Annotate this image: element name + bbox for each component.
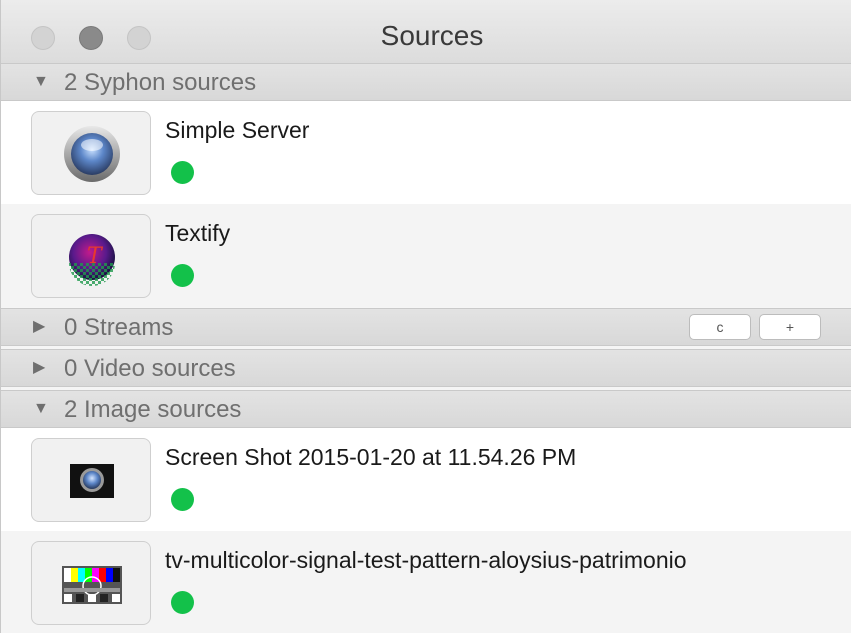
section-label: 0 Streams xyxy=(64,314,174,341)
section-streams[interactable]: ▶ 0 Streams c + xyxy=(1,308,851,346)
source-name: Simple Server xyxy=(165,117,310,143)
textify-icon: T xyxy=(31,214,151,298)
status-indicator xyxy=(171,264,194,287)
section-label: 2 Syphon sources xyxy=(64,69,257,96)
source-row-textify[interactable]: T Textify xyxy=(1,204,851,307)
refresh-streams-button[interactable]: c xyxy=(689,314,751,340)
svg-text:T: T xyxy=(87,244,104,269)
status-indicator xyxy=(171,161,194,184)
status-indicator xyxy=(171,591,194,614)
section-label: 2 Image sources xyxy=(64,396,242,423)
sources-window: Sources ▼ 2 Syphon sources Simple Server… xyxy=(0,0,851,633)
source-row-screenshot[interactable]: Screen Shot 2015-01-20 at 11.54.26 PM xyxy=(1,428,851,531)
disclosure-expanded-icon[interactable]: ▼ xyxy=(33,401,49,417)
section-label: 0 Video sources xyxy=(64,355,236,382)
disclosure-collapsed-icon[interactable]: ▶ xyxy=(33,319,47,335)
source-row-simple-server[interactable]: Simple Server xyxy=(1,101,851,204)
simple-server-icon xyxy=(31,111,151,195)
disclosure-expanded-icon[interactable]: ▼ xyxy=(33,74,49,90)
source-name: tv-multicolor-signal-test-pattern-aloysi… xyxy=(165,547,687,573)
section-syphon-sources[interactable]: ▼ 2 Syphon sources xyxy=(1,63,851,101)
source-row-test-pattern[interactable]: tv-multicolor-signal-test-pattern-aloysi… xyxy=(1,531,851,633)
status-indicator xyxy=(171,488,194,511)
title-bar[interactable]: Sources xyxy=(1,0,851,64)
section-image-sources[interactable]: ▼ 2 Image sources xyxy=(1,390,851,428)
source-name: Screen Shot 2015-01-20 at 11.54.26 PM xyxy=(165,444,577,470)
add-stream-button[interactable]: + xyxy=(759,314,821,340)
screenshot-thumbnail-icon xyxy=(31,438,151,522)
section-video-sources[interactable]: ▶ 0 Video sources xyxy=(1,349,851,387)
test-pattern-thumbnail-icon xyxy=(31,541,151,625)
disclosure-collapsed-icon[interactable]: ▶ xyxy=(33,360,47,376)
window-title: Sources xyxy=(380,20,484,51)
source-name: Textify xyxy=(165,220,231,246)
